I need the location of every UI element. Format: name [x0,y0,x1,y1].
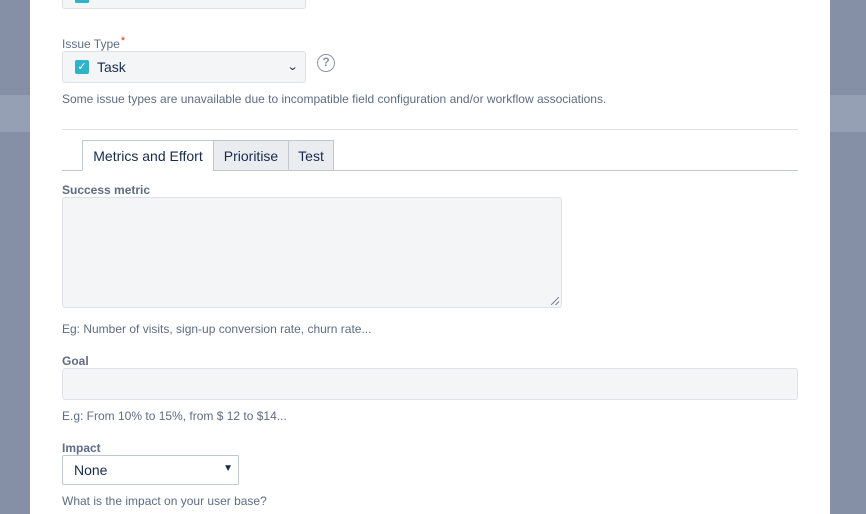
tab-test[interactable]: Test [288,140,334,171]
project-select[interactable] [62,0,306,9]
tab-metrics-and-effort[interactable]: Metrics and Effort [82,140,214,171]
issue-type-note: Some issue types are unavailable due to … [62,92,607,106]
resize-handle[interactable] [551,297,559,305]
project-icon [75,0,89,3]
goal-hint: E.g: From 10% to 15%, from $ 12 to $14..… [62,409,287,423]
issue-type-value: Task [97,59,126,75]
impact-label: Impact [62,441,101,455]
question-circle-icon[interactable]: ? [317,54,335,72]
create-issue-dialog: Issue Type* ✓ Task ⌄ ? Some issue types … [30,0,830,514]
chevron-down-icon: ⌄ [286,61,299,73]
issue-type-label: Issue Type* [62,35,126,51]
success-metric-textarea[interactable] [62,197,562,308]
success-metric-hint: Eg: Number of visits, sign-up conversion… [62,322,372,336]
success-metric-label: Success metric [62,183,151,197]
required-marker: * [120,35,126,47]
impact-hint: What is the impact on your user base? [62,494,267,508]
goal-label: Goal [62,354,89,368]
tab-prioritise[interactable]: Prioritise [213,140,289,171]
issue-type-select[interactable]: ✓ Task ⌄ [62,51,306,83]
impact-value: None [74,462,108,478]
impact-select[interactable]: None ▼ [62,455,239,485]
section-divider [62,129,798,130]
triangle-down-icon: ▼ [223,463,233,474]
goal-input[interactable] [62,368,798,400]
check-icon: ✓ [75,60,89,74]
